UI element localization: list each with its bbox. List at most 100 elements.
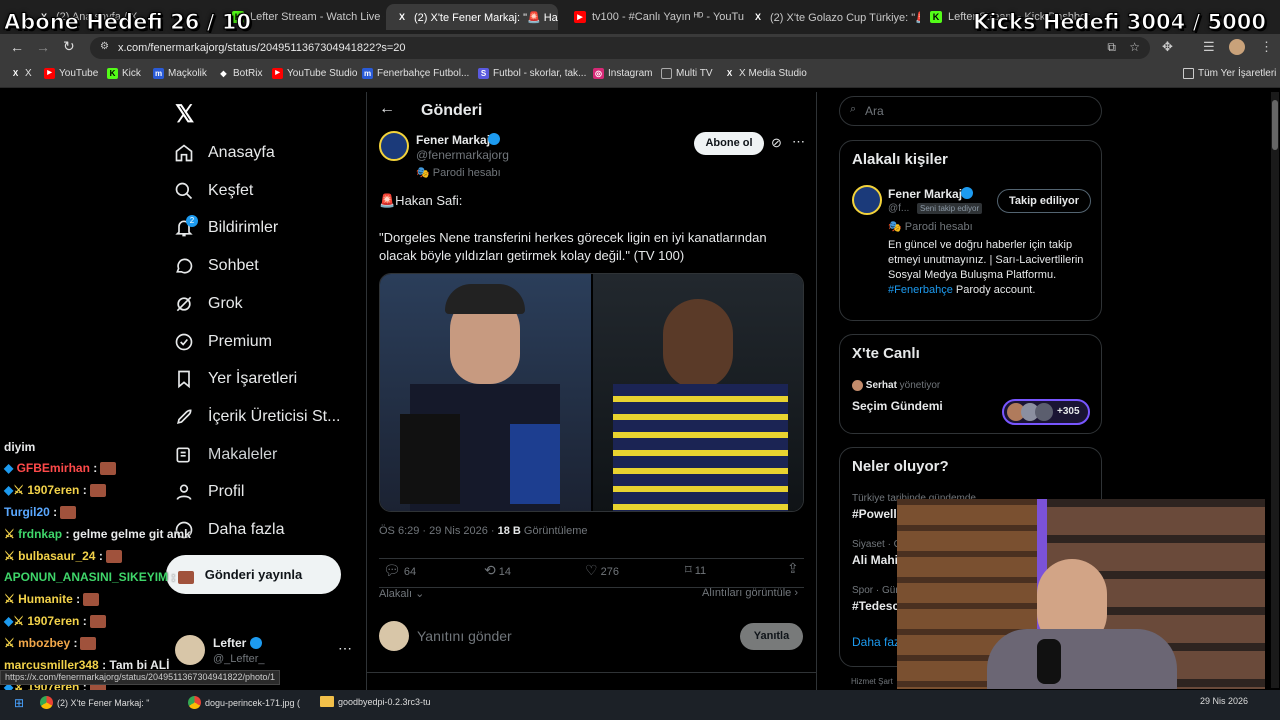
follows-you-badge: Seni takip ediyor [917, 203, 983, 214]
reply-button[interactable]: Yanıtla [740, 623, 803, 650]
tweet-media[interactable] [379, 273, 804, 512]
bookmark-star-icon[interactable]: ☆ [1129, 40, 1140, 54]
windows-start-icon[interactable]: ⊞ [14, 696, 24, 710]
tab-label: (2) X'te Fener Markaj: "🚨 Hakan [414, 11, 558, 24]
tab-label: Lefter Stream - Watch Live on Kick [250, 11, 384, 23]
nav-explore[interactable]: Keşfet [174, 181, 253, 201]
trend-item[interactable]: Ali Mahi [852, 553, 898, 567]
related-name[interactable]: Fener Markaj [888, 187, 962, 201]
tab-3[interactable]: X(2) X'te Fener Markaj: "🚨 Hakan✕ [386, 4, 558, 30]
tweet-handle[interactable]: @fenermarkajorg [416, 148, 509, 162]
bookmark-x[interactable]: XX [10, 68, 32, 79]
chat-message: ⚔ bulbasaur_24 : [4, 549, 122, 564]
bookmark-youtube[interactable]: ▶ YouTube [44, 68, 98, 79]
bookmark-futbol[interactable]: S Futbol - skorlar, tak... [478, 68, 586, 79]
bookmark-kick[interactable]: K Kick [107, 68, 141, 79]
profile-avatar[interactable] [1229, 39, 1245, 55]
taskbar-item-image[interactable]: dogu-perincek-171.jpg ( [188, 696, 300, 709]
retweet-action[interactable]: ⟲ 14 [484, 562, 511, 579]
hair-shape [445, 284, 525, 314]
youtube-icon: ▶ [44, 68, 55, 79]
subscriber-goal-overlay: Abone Hedefi 26 / 10 [4, 10, 252, 35]
tweet-more-icon[interactable]: ⋯ [792, 134, 805, 150]
scrollbar[interactable] [1271, 92, 1279, 688]
trend-item[interactable]: #Tedesc [852, 599, 899, 613]
trends-more-link[interactable]: Daha faz [852, 635, 900, 649]
kick-icon: K [930, 11, 942, 23]
url-field[interactable]: ⚙ x.com/fenermarkajorg/status/2049511367… [90, 37, 1150, 59]
bookmark-mackolik[interactable]: m Maçkolik [153, 68, 207, 79]
menu-icon[interactable]: ⋮ [1260, 39, 1273, 55]
parody-badge: 🎭 Parodi hesabı [416, 167, 501, 179]
related-avatar[interactable] [852, 185, 882, 215]
all-bookmarks[interactable]: Tüm Yer İşaretleri [1183, 68, 1276, 79]
nav-creator-studio[interactable]: İçerik Üreticisi St... [174, 407, 340, 427]
live-listeners[interactable]: +305 [1002, 399, 1090, 425]
x-logo-icon[interactable]: 𝕏 [175, 100, 194, 129]
home-icon [175, 144, 193, 162]
related-title: Alakalı kişiler [852, 151, 948, 168]
extensions-icon[interactable]: ✥ [1162, 39, 1173, 55]
sort-relevant[interactable]: Alakalı ⌄ [379, 587, 424, 600]
status-url-bar: https://x.com/fenermarkajorg/status/2049… [0, 670, 281, 685]
bookmark-instagram[interactable]: ◎ Instagram [593, 68, 652, 79]
share-icon[interactable]: ⇪ [787, 560, 799, 577]
back-arrow-icon[interactable]: ← [379, 100, 395, 118]
flashscore-icon: S [478, 68, 489, 79]
bookmark-multitv[interactable]: Multi TV [661, 68, 713, 79]
reply-input[interactable]: Yanıtını gönder [417, 628, 512, 644]
account-menu-icon[interactable]: ⋯ [338, 640, 352, 657]
verified-badge-icon [250, 637, 262, 649]
listener-count: +305 [1057, 406, 1080, 417]
search-input[interactable]: ⌕ Ara [839, 96, 1102, 126]
following-button[interactable]: Takip ediliyor [997, 189, 1091, 213]
view-quotes-link[interactable]: Alıntıları görüntüle › [702, 587, 798, 599]
reply-action[interactable]: 💬︎ 64 [383, 562, 416, 579]
photo-right[interactable] [593, 274, 803, 511]
bookmark-action[interactable]: ⌑ 11 [685, 562, 706, 578]
trend-item[interactable]: #Powell [852, 507, 897, 521]
account-avatar[interactable] [175, 635, 205, 665]
install-app-icon[interactable]: ⧉ [1107, 40, 1116, 55]
nav-chat[interactable]: Sohbet [174, 256, 259, 276]
site-settings-icon[interactable]: ⚙ [100, 41, 109, 52]
bookmark-fenerbahce[interactable]: m Fenerbahçe Futbol... [362, 68, 469, 79]
author-avatar[interactable] [379, 131, 409, 161]
nav-bookmarks[interactable]: Yer İşaretleri [174, 369, 297, 389]
nav-home[interactable]: Anasayfa [174, 143, 275, 163]
bookmark-x-media-studio[interactable]: XX Media Studio [724, 68, 807, 79]
search-icon [175, 182, 193, 200]
tab-4[interactable]: ▶tv100 - #Canlı Yayın ᴴᴰ - YouTube✕ [564, 4, 744, 30]
tweet-author[interactable]: Fener Markaj [416, 133, 490, 147]
scrollbar-thumb[interactable] [1272, 100, 1278, 150]
emote-icon [80, 637, 97, 651]
taskbar-date: 29 Nis 2026 [1200, 696, 1249, 706]
verified-badge-icon [488, 133, 500, 145]
tweet-meta: ÖS 6:29 · 29 Nis 2026 · 18 B Görüntüleme [379, 525, 588, 537]
nav-articles[interactable]: Makaleler [174, 445, 277, 465]
sword-icon: ⚔ [13, 483, 24, 497]
like-action[interactable]: ♡ 276 [585, 562, 619, 579]
media-icon[interactable]: ☰ [1203, 39, 1215, 55]
chrome-icon [40, 696, 53, 709]
tab-5[interactable]: X(2) X'te Golazo Cup Türkiye: "🚨✕ [742, 4, 920, 30]
reload-icon[interactable]: ↻ [63, 38, 75, 55]
nav-premium[interactable]: Premium [174, 332, 272, 352]
nav-grok[interactable]: Grok [174, 294, 243, 314]
hashtag-link[interactable]: #Fenerbahçe [888, 284, 953, 296]
bookmark-youtube-studio[interactable]: ▶ YouTube Studio [272, 68, 357, 79]
nav-profile[interactable]: Profil [174, 482, 244, 502]
bookmark-botrix[interactable]: ◆ BotRix [218, 68, 262, 79]
microphone-shape [400, 414, 460, 504]
taskbar-item-folder[interactable]: goodbyedpi-0.2.3rc3-tu [320, 696, 431, 707]
account-name: Lefter [213, 636, 247, 650]
subscribe-button[interactable]: Abone ol [694, 132, 764, 155]
footer-terms[interactable]: Hizmet Şart [851, 677, 893, 686]
photo-left[interactable] [380, 274, 591, 511]
live-space-title[interactable]: Seçim Gündemi [852, 399, 943, 413]
grok-explain-icon[interactable]: ⊘ [771, 135, 782, 151]
back-icon[interactable]: ← [10, 39, 24, 55]
taskbar-item-browser[interactable]: (2) X'te Fener Markaj: " [40, 696, 149, 709]
host-avatar [852, 380, 863, 391]
forward-icon[interactable]: → [36, 39, 50, 55]
